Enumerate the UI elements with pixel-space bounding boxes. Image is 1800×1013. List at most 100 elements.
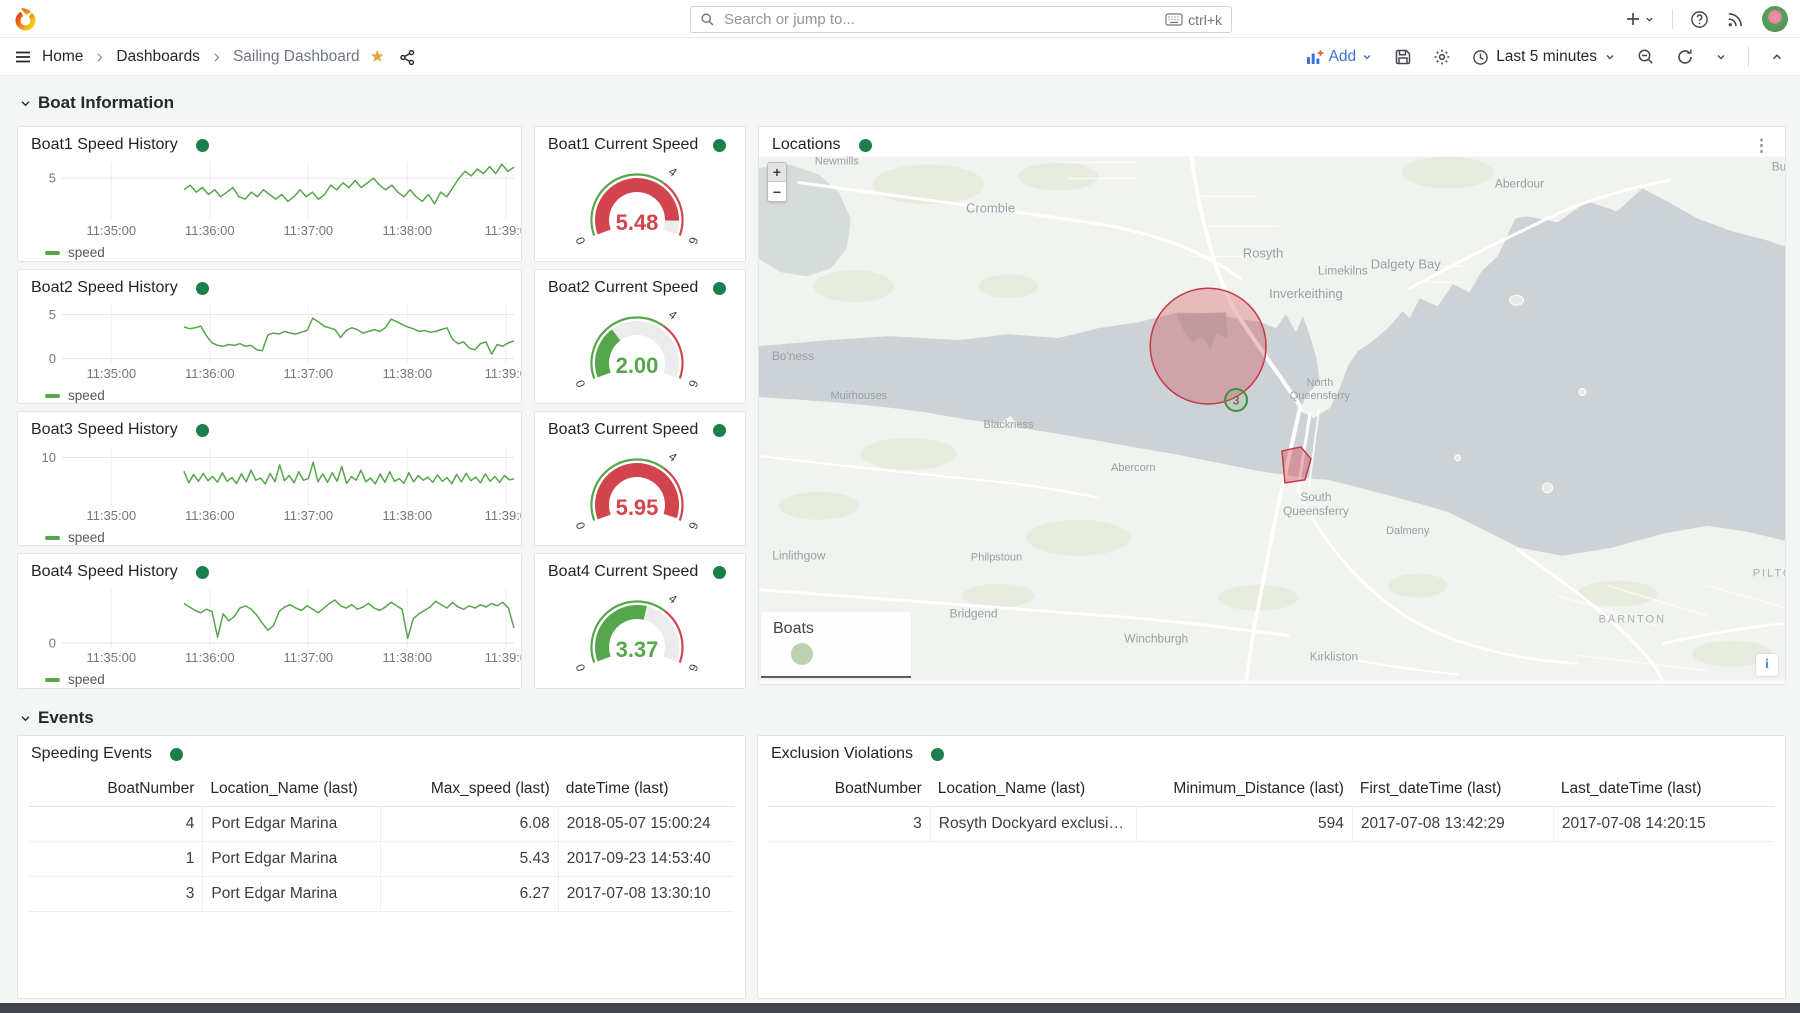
series-color-bar xyxy=(45,536,60,540)
gauge-chart[interactable]: 0462.00 xyxy=(535,299,745,401)
search-input[interactable]: Search or jump to... ctrl+k xyxy=(690,6,1232,33)
map-zoom-out-button[interactable]: − xyxy=(768,182,786,201)
series-legend[interactable]: speed xyxy=(45,672,521,687)
time-series-chart[interactable]: 11:35:0011:36:0011:37:0011:38:0011:39:01… xyxy=(18,441,521,525)
panel-title[interactable]: Boat3 Current Speed xyxy=(548,421,698,439)
refresh-icon[interactable] xyxy=(1676,48,1694,66)
search-shortcut: ctrl+k xyxy=(1188,12,1222,28)
map-label: Newmills xyxy=(815,156,859,167)
chevron-right-icon xyxy=(210,51,223,64)
health-dot xyxy=(196,282,209,295)
breadcrumb-home[interactable]: Home xyxy=(42,48,83,66)
map-zoom-in-button[interactable]: + xyxy=(768,163,786,182)
map-zoom-controls: + − xyxy=(767,162,787,202)
share-icon[interactable] xyxy=(399,49,416,66)
panel-boat2-speed-history: Boat2 Speed History 11:35:0011:36:0011:3… xyxy=(17,269,522,404)
map-canvas[interactable]: 3 NewmillsCrombieLimekilnsRosythInverkei… xyxy=(759,156,1785,681)
column-header[interactable]: Last_dateTime (last) xyxy=(1553,773,1774,807)
time-range-label: Last 5 minutes xyxy=(1496,48,1597,66)
map-attribution-button[interactable]: i xyxy=(1756,654,1778,676)
gauge-chart[interactable]: 0465.48 xyxy=(535,156,745,258)
mega-menu-icon[interactable] xyxy=(14,48,32,66)
column-header[interactable]: BoatNumber xyxy=(769,773,930,807)
health-dot xyxy=(196,139,209,152)
exclusion-violations-table: BoatNumberLocation_Name (last)Minimum_Di… xyxy=(769,773,1774,842)
svg-text:11:36:00: 11:36:00 xyxy=(185,366,235,381)
panel-title[interactable]: Boat4 Current Speed xyxy=(548,563,698,581)
panel-title[interactable]: Boat4 Speed History xyxy=(31,563,178,581)
help-icon[interactable] xyxy=(1690,10,1709,29)
panel-title[interactable]: Boat2 Current Speed xyxy=(548,279,698,297)
exclusion-zone-circle[interactable] xyxy=(1150,288,1266,404)
search-icon xyxy=(700,12,716,28)
panel-title[interactable]: Boat3 Speed History xyxy=(31,421,178,439)
map-label: PILTON xyxy=(1753,568,1785,580)
time-range-picker[interactable]: Last 5 minutes xyxy=(1472,48,1616,66)
boat-marker[interactable]: 3 xyxy=(1225,389,1247,411)
panel-locations-map: Locations ⋮ xyxy=(758,126,1786,685)
series-legend[interactable]: speed xyxy=(45,388,521,403)
table-cell: Port Edgar Marina xyxy=(202,842,380,877)
time-series-chart[interactable]: 11:35:0011:36:0011:37:0011:38:0011:39:05 xyxy=(18,156,521,240)
map-label: Winchburgh xyxy=(1124,632,1188,646)
map-label: BARNTON xyxy=(1599,614,1666,626)
column-header[interactable]: dateTime (last) xyxy=(558,773,734,807)
grafana-logo[interactable] xyxy=(12,6,38,32)
divider xyxy=(1672,9,1673,29)
table-cell: 594 xyxy=(1136,807,1352,842)
add-panel-button[interactable]: Add xyxy=(1306,48,1374,66)
column-header[interactable]: First_dateTime (last) xyxy=(1352,773,1553,807)
panel-exclusion-violations: Exclusion Violations BoatNumberLocation_… xyxy=(757,735,1786,999)
svg-text:11:37:00: 11:37:00 xyxy=(284,650,334,665)
map-label: North xyxy=(1306,377,1333,389)
table-cell: Port Edgar Marina xyxy=(202,877,380,912)
map-label: Philpstoun xyxy=(971,552,1022,564)
svg-text:11:36:00: 11:36:00 xyxy=(185,508,235,523)
time-series-chart[interactable]: 11:35:0011:36:0011:37:0011:38:0011:39:00 xyxy=(18,583,521,667)
map-label: Linlithgow xyxy=(772,549,826,563)
settings-gear-icon[interactable] xyxy=(1433,48,1451,66)
gauge-chart[interactable]: 0463.37 xyxy=(535,583,745,685)
map-label: Bur xyxy=(1772,159,1785,173)
svg-text:0: 0 xyxy=(573,662,589,673)
svg-text:6: 6 xyxy=(686,235,702,246)
svg-text:11:35:00: 11:35:00 xyxy=(86,508,136,523)
add-new-button[interactable] xyxy=(1625,11,1655,27)
chevron-down-icon xyxy=(20,98,31,109)
zoom-out-time-icon[interactable] xyxy=(1637,48,1655,66)
speeding-events-table: BoatNumberLocation_Name (last)Max_speed … xyxy=(29,773,734,912)
column-header[interactable]: Location_Name (last) xyxy=(202,773,380,807)
column-header[interactable]: Minimum_Distance (last) xyxy=(1136,773,1352,807)
gauge-chart[interactable]: 0465.95 xyxy=(535,441,745,543)
save-dashboard-icon[interactable] xyxy=(1394,48,1412,66)
section-boat-information[interactable]: Boat Information xyxy=(20,93,174,113)
panel-boat4-speed-history: Boat4 Speed History 11:35:0011:36:0011:3… xyxy=(17,553,522,689)
breadcrumb-dashboards[interactable]: Dashboards xyxy=(116,48,200,66)
breadcrumb-current: Sailing Dashboard xyxy=(233,48,360,66)
svg-text:4: 4 xyxy=(666,307,680,322)
collapse-toolbar-icon[interactable] xyxy=(1770,50,1784,64)
panel-title[interactable]: Boat1 Speed History xyxy=(31,136,178,154)
geomap[interactable]: 3 NewmillsCrombieLimekilnsRosythInverkei… xyxy=(759,156,1785,681)
column-header[interactable]: Max_speed (last) xyxy=(380,773,558,807)
panel-menu-icon[interactable]: ⋮ xyxy=(1751,137,1772,154)
chevron-right-icon xyxy=(93,51,106,64)
chevron-down-icon xyxy=(1604,51,1616,63)
favorite-star-icon[interactable]: ★ xyxy=(370,47,385,67)
news-rss-icon[interactable] xyxy=(1726,10,1745,29)
panel-title[interactable]: Boat1 Current Speed xyxy=(548,136,698,154)
column-header[interactable]: Location_Name (last) xyxy=(930,773,1136,807)
series-legend[interactable]: speed xyxy=(45,245,521,260)
panel-title[interactable]: Locations xyxy=(772,136,841,154)
user-avatar[interactable] xyxy=(1762,6,1788,32)
keyboard-icon xyxy=(1165,13,1183,26)
panel-title[interactable]: Boat2 Speed History xyxy=(31,279,178,297)
panel-title[interactable]: Speeding Events xyxy=(31,745,152,763)
section-events[interactable]: Events xyxy=(20,708,94,728)
series-legend[interactable]: speed xyxy=(45,530,521,545)
time-series-chart[interactable]: 11:35:0011:36:0011:37:0011:38:0011:39:05… xyxy=(18,299,521,383)
panel-title[interactable]: Exclusion Violations xyxy=(771,745,913,763)
health-dot xyxy=(713,139,726,152)
column-header[interactable]: BoatNumber xyxy=(29,773,202,807)
refresh-interval-chevron[interactable] xyxy=(1715,51,1727,63)
